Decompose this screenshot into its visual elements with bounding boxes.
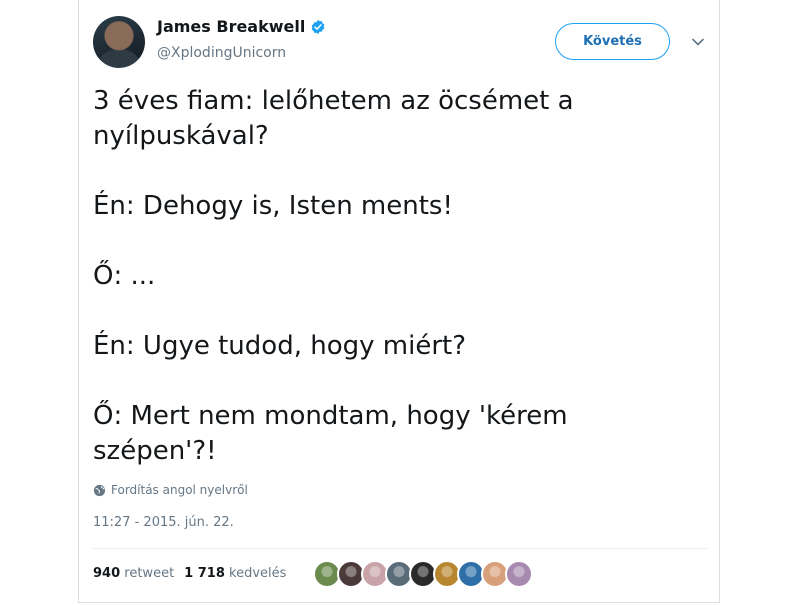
like-label: kedvelés <box>229 566 287 581</box>
divider <box>93 548 707 549</box>
liker-avatar[interactable] <box>505 560 533 588</box>
globe-icon <box>93 484 106 496</box>
avatar[interactable] <box>93 16 145 68</box>
tweet-stats: 940 retweet 1 718 kedvelés <box>93 566 286 581</box>
verified-badge-icon <box>312 19 325 34</box>
follow-button[interactable]: Követés <box>555 23 670 60</box>
translate-link[interactable]: Fordítás angol nyelvről <box>93 483 248 497</box>
user-handle[interactable]: @XplodingUnicorn <box>157 45 286 61</box>
tweet-card: James Breakwell @XplodingUnicorn Követés… <box>78 0 720 603</box>
retweet-stat[interactable]: 940 retweet <box>93 566 174 581</box>
user-name[interactable]: James Breakwell <box>157 17 305 36</box>
like-stat[interactable]: 1 718 kedvelés <box>184 566 286 581</box>
retweet-count: 940 <box>93 566 121 581</box>
tweet-text: 3 éves fiam: lelőhetem az öcsémet a nyíl… <box>93 86 574 466</box>
likers-avatar-list <box>313 560 533 588</box>
tweet-timestamp[interactable]: 11:27 - 2015. jún. 22. <box>93 515 234 530</box>
chevron-down-icon[interactable] <box>691 35 705 49</box>
retweet-label: retweet <box>124 566 175 581</box>
translate-label[interactable]: Fordítás angol nyelvről <box>111 483 248 497</box>
like-count: 1 718 <box>184 566 225 581</box>
user-name-row[interactable]: James Breakwell <box>157 17 326 36</box>
